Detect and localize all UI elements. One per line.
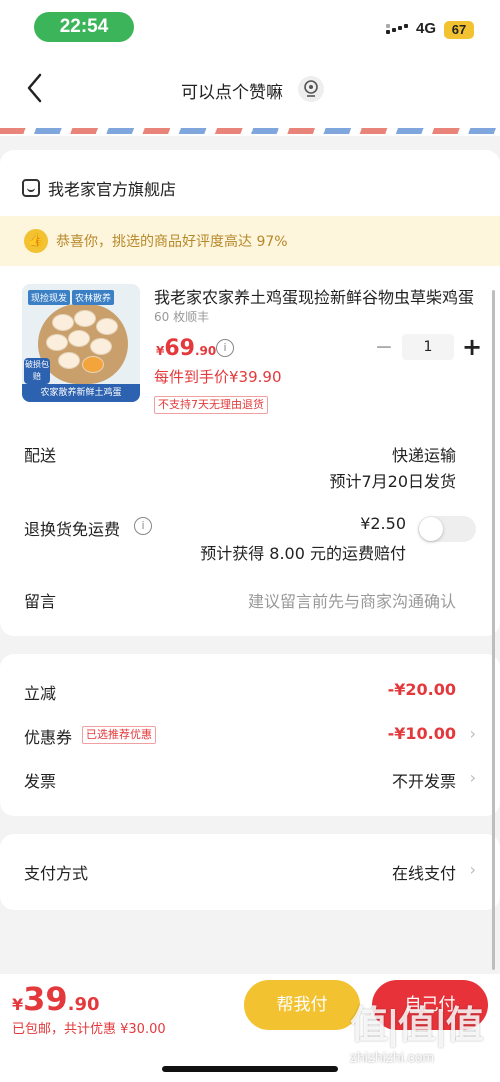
scrollbar[interactable]	[492, 290, 495, 970]
image-tag: 现捡现发	[28, 290, 71, 305]
battery-icon: 67	[444, 21, 474, 39]
info-icon[interactable]: i	[216, 339, 234, 357]
status-bar: 22:54 4G 67	[0, 0, 500, 56]
watermark: 值|值|值 zhizhizhi.com	[350, 994, 498, 1080]
invoice-label: 发票	[24, 772, 57, 791]
image-caption: 农家散养新鲜土鸡蛋	[22, 384, 140, 402]
coupon-value[interactable]: -¥10.00	[388, 724, 456, 743]
shop-row[interactable]: 我老家官方旗舰店	[22, 176, 176, 200]
chevron-right-icon[interactable]: ›	[470, 860, 476, 879]
payment-label: 支付方式	[24, 864, 89, 883]
freight-price: ¥2.50	[360, 514, 406, 533]
location-pin-icon[interactable]	[298, 76, 324, 102]
order-card: 我老家官方旗舰店 👍 恭喜你，挑选的商品好评度高达 97% 现捡现发 农林散养 …	[0, 150, 500, 636]
delivery-label: 配送	[24, 446, 57, 465]
deal-price: 每件到手价¥39.90	[154, 368, 282, 386]
status-time: 22:54	[34, 12, 134, 42]
plus-button[interactable]: +	[462, 333, 482, 361]
image-badge: 破损包赔	[24, 358, 50, 384]
chevron-right-icon[interactable]: ›	[470, 768, 476, 787]
network-label: 4G	[416, 20, 437, 37]
total-price: ¥39.90	[12, 980, 100, 1018]
total-note: 已包邮，共计优惠 ¥30.00	[12, 1022, 166, 1037]
freight-label: 退换货免运费	[24, 520, 121, 539]
image-tags: 现捡现发 农林散养	[28, 290, 115, 305]
praise-banner: 👍 恭喜你，挑选的商品好评度高达 97%	[0, 216, 500, 266]
page-title-text: 可以点个赞嘛	[181, 83, 283, 103]
quantity-field[interactable]: 1	[402, 334, 454, 360]
instant-discount-label: 立减	[24, 684, 57, 703]
watermark-url: zhizhizhi.com	[350, 1049, 435, 1065]
chevron-right-icon[interactable]: ›	[470, 724, 476, 743]
coupon-label: 优惠券	[24, 728, 73, 747]
praise-text: 恭喜你，挑选的商品好评度高达 97%	[56, 234, 288, 250]
quantity-stepper: − 1 +	[374, 333, 482, 361]
discount-card: 立减 -¥20.00 优惠券 已选推荐优惠 -¥10.00 › 发票 不开发票 …	[0, 654, 500, 816]
no-refund-badge: 不支持7天无理由退货	[154, 396, 268, 414]
minus-button[interactable]: −	[374, 335, 394, 360]
delivery-method[interactable]: 快递运输	[392, 442, 456, 466]
home-indicator[interactable]	[162, 1066, 338, 1072]
toggle-knob	[419, 517, 443, 541]
message-input[interactable]: 建议留言前先与商家沟通确认	[248, 588, 456, 612]
watermark-logo: 值|值|值	[350, 1003, 484, 1047]
payment-value[interactable]: 在线支付	[392, 860, 456, 884]
product-image[interactable]: 现捡现发 农林散养 破损包赔 农家散养新鲜土鸡蛋	[22, 284, 140, 402]
nav-bar: 可以点个赞嘛	[0, 56, 500, 122]
instant-discount-value: -¥20.00	[387, 680, 456, 699]
thumbs-up-icon: 👍	[24, 229, 48, 253]
product-price: ¥69.90	[156, 336, 217, 361]
coupon-tag: 已选推荐优惠	[82, 726, 156, 744]
freight-note: 预计获得 8.00 元的运费赔付	[200, 544, 406, 563]
signal-icon	[386, 24, 408, 38]
image-tag: 农林散养	[72, 290, 115, 305]
help-pay-button[interactable]: 帮我付	[244, 980, 360, 1030]
message-label: 留言	[24, 592, 57, 611]
page-title: 可以点个赞嘛	[0, 78, 500, 103]
freight-toggle[interactable]	[418, 516, 476, 542]
payment-card: 支付方式 在线支付 ›	[0, 834, 500, 910]
invoice-value[interactable]: 不开发票	[392, 768, 456, 792]
shop-name: 我老家官方旗舰店	[48, 180, 177, 199]
shop-icon	[22, 179, 40, 197]
freight-info-icon[interactable]: i	[134, 517, 152, 535]
product-title[interactable]: 我老家农家养土鸡蛋现捡新鲜谷物虫草柴鸡蛋	[154, 284, 480, 308]
delivery-eta: 预计7月20日发货	[329, 472, 456, 491]
airmail-border	[0, 122, 500, 136]
product-spec: 60 枚顺丰	[154, 310, 210, 324]
